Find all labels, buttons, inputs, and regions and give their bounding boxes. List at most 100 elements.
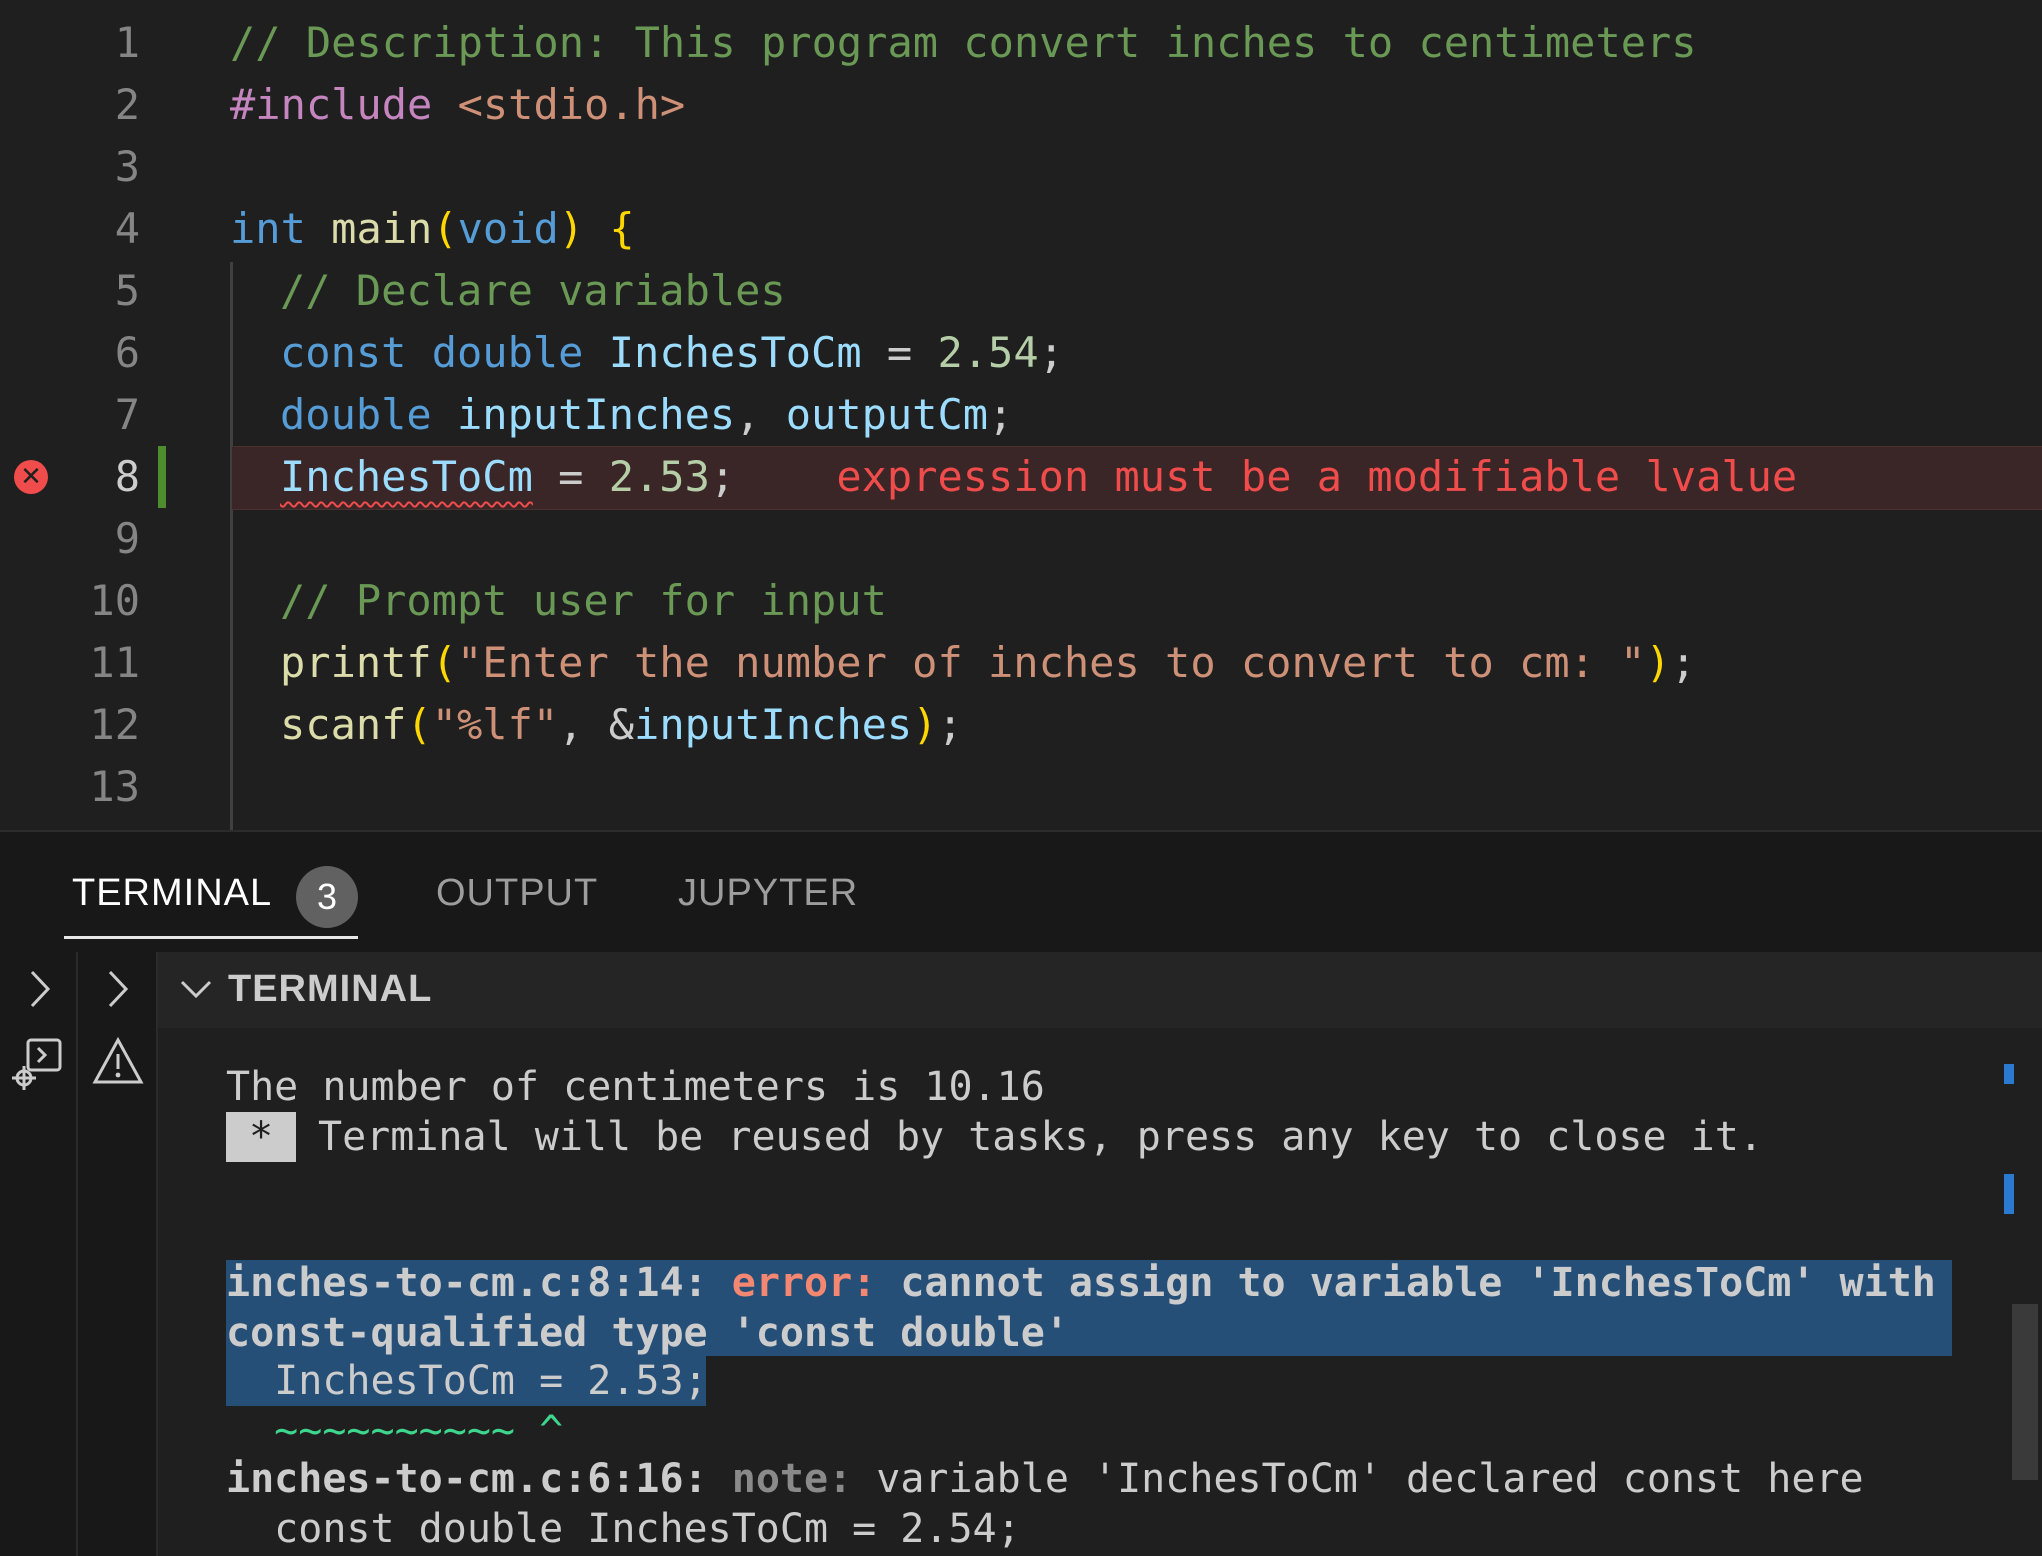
error-message: cannot assign to variable 'InchesToCm' w…: [900, 1260, 1936, 1306]
paren: (: [431, 638, 458, 687]
line-number: 12: [89, 700, 140, 749]
code-line: // Prompt user for input: [280, 570, 887, 632]
code-line: // Description: This program convert inc…: [230, 12, 1697, 74]
terminal-line: * Terminal will be reused by tasks, press…: [226, 1112, 1763, 1162]
line-number: 7: [114, 390, 140, 439]
function-name: printf: [280, 638, 432, 687]
code-comment: // Declare variables: [280, 266, 786, 315]
code-keyword: const: [280, 328, 407, 377]
error-source-line: InchesToCm = 2.53;: [226, 1358, 708, 1404]
string-literal: "%lf": [431, 700, 559, 749]
code-line: scanf("%lf", &inputInches);: [280, 694, 963, 756]
note-label: note:: [731, 1456, 853, 1502]
function-name: scanf: [280, 700, 407, 749]
terminal-line: The number of centimeters is 10.16: [226, 1064, 1045, 1110]
note-location: inches-to-cm.c:6:16:: [226, 1456, 708, 1502]
inline-error-message: expression must be a modifiable lvalue: [836, 452, 1798, 501]
line-number: 2: [114, 80, 140, 129]
line-number: 4: [114, 204, 140, 253]
scrollbar-thumb[interactable]: [2012, 1304, 2038, 1480]
warning-icon[interactable]: [92, 1036, 144, 1086]
semicolon: ;: [988, 390, 1014, 439]
debug-console-icon[interactable]: [10, 1036, 66, 1094]
operator: =: [861, 328, 938, 377]
terminal-tool-sidebar: [78, 952, 158, 1556]
paren: (: [432, 204, 458, 253]
paren: ): [912, 700, 938, 749]
paren: (: [406, 700, 432, 749]
tab-terminal[interactable]: TERMINAL: [72, 872, 272, 915]
terminal-count-badge: 3: [296, 866, 358, 928]
code-line: int main(void) {: [230, 198, 635, 260]
semicolon: ;: [1038, 328, 1064, 377]
compiler-error-line: inches-to-cm.c:8:14: error: cannot assig…: [226, 1258, 1936, 1308]
variable-name: outputCm: [785, 390, 989, 439]
line-number: 13: [89, 762, 140, 811]
code-comment: // Description: This program convert inc…: [230, 18, 1697, 67]
line-number: 6: [114, 328, 140, 377]
indent-guide: [230, 262, 233, 830]
code-line: double inputInches, outputCm;: [280, 384, 1013, 446]
paren: ): [558, 204, 585, 253]
chevron-right-icon[interactable]: [22, 964, 58, 1014]
code-line: #include <stdio.h>: [230, 74, 685, 136]
compiler-note-line: inches-to-cm.c:6:16: note: variable 'Inc…: [226, 1454, 1864, 1504]
code-keyword: double: [280, 390, 432, 439]
terminal-list-sidebar: [0, 952, 78, 1556]
terminal-section-header[interactable]: TERMINAL: [158, 952, 2042, 1028]
separator: ,: [735, 390, 786, 439]
code-comment: // Prompt user for input: [280, 576, 887, 625]
scrollbar-marker: [2004, 1174, 2014, 1214]
semicolon: ;: [1670, 638, 1697, 687]
error-marker-line: ~~~~~~~~~~ ^: [226, 1408, 564, 1454]
code-editor[interactable]: 1 2 3 4 5 6 7 8 9 10 11 12 13 ✕ // Descr…: [0, 0, 2042, 830]
preprocessor-directive: #include: [230, 80, 433, 129]
semicolon: ;: [937, 700, 963, 749]
modified-line-indicator: [158, 446, 166, 508]
variable-name: inputInches: [634, 700, 913, 749]
number-literal: 2.54: [937, 328, 1039, 377]
brace: {: [609, 204, 635, 253]
tab-output[interactable]: OUTPUT: [436, 872, 598, 915]
paren: ): [1645, 638, 1671, 687]
chevron-down-icon[interactable]: [176, 974, 216, 1006]
address-operator: &: [608, 700, 635, 749]
function-name: main: [331, 204, 433, 253]
panel-tab-bar: TERMINAL 3 OUTPUT JUPYTER: [0, 830, 2042, 954]
error-squiggle-token[interactable]: InchesToCm: [280, 452, 533, 501]
code-keyword: double: [431, 328, 584, 377]
active-tab-indicator: [64, 936, 358, 939]
code-line: // Declare variables: [280, 260, 786, 322]
terminal-output[interactable]: The number of centimeters is 10.16 * Term…: [158, 1028, 2042, 1556]
error-label: error:: [731, 1260, 877, 1306]
variable-name: inputInches: [457, 390, 736, 439]
note-message: variable 'InchesToCm' declared const her…: [876, 1456, 1864, 1502]
line-number: 1: [114, 18, 140, 67]
operator: =: [532, 452, 609, 501]
number-literal: 2.53: [608, 452, 710, 501]
code-keyword: int: [230, 204, 306, 253]
code-line: printf("Enter the number of inches to co…: [280, 632, 1696, 694]
chevron-right-icon[interactable]: [100, 964, 136, 1014]
scrollbar-marker: [2004, 1064, 2014, 1084]
error-location: inches-to-cm.c:8:14:: [226, 1260, 708, 1306]
task-reuse-marker: *: [226, 1112, 296, 1162]
line-number: 9: [114, 514, 140, 563]
include-header: <stdio.h>: [457, 80, 686, 129]
error-icon[interactable]: ✕: [14, 460, 48, 494]
line-number: 3: [114, 142, 140, 191]
string-literal: "Enter the number of inches to convert t…: [457, 638, 1646, 687]
code-line: const double InchesToCm = 2.54;: [280, 322, 1064, 384]
note-source-line: const double InchesToCm = 2.54;: [226, 1506, 1021, 1552]
semicolon: ;: [709, 452, 736, 501]
line-number: 5: [114, 266, 140, 315]
tab-jupyter[interactable]: JUPYTER: [678, 872, 858, 915]
terminal-section-title: TERMINAL: [228, 968, 433, 1010]
code-keyword: void: [457, 204, 559, 253]
compiler-error-line: const-qualified type 'const double': [226, 1310, 1069, 1356]
task-reuse-message: Terminal will be reused by tasks, press …: [318, 1114, 1763, 1160]
code-line: InchesToCm = 2.53; expression must be a …: [280, 446, 1797, 508]
line-number: 11: [89, 638, 140, 687]
line-number: 10: [89, 576, 140, 625]
variable-name: InchesToCm: [608, 328, 862, 377]
